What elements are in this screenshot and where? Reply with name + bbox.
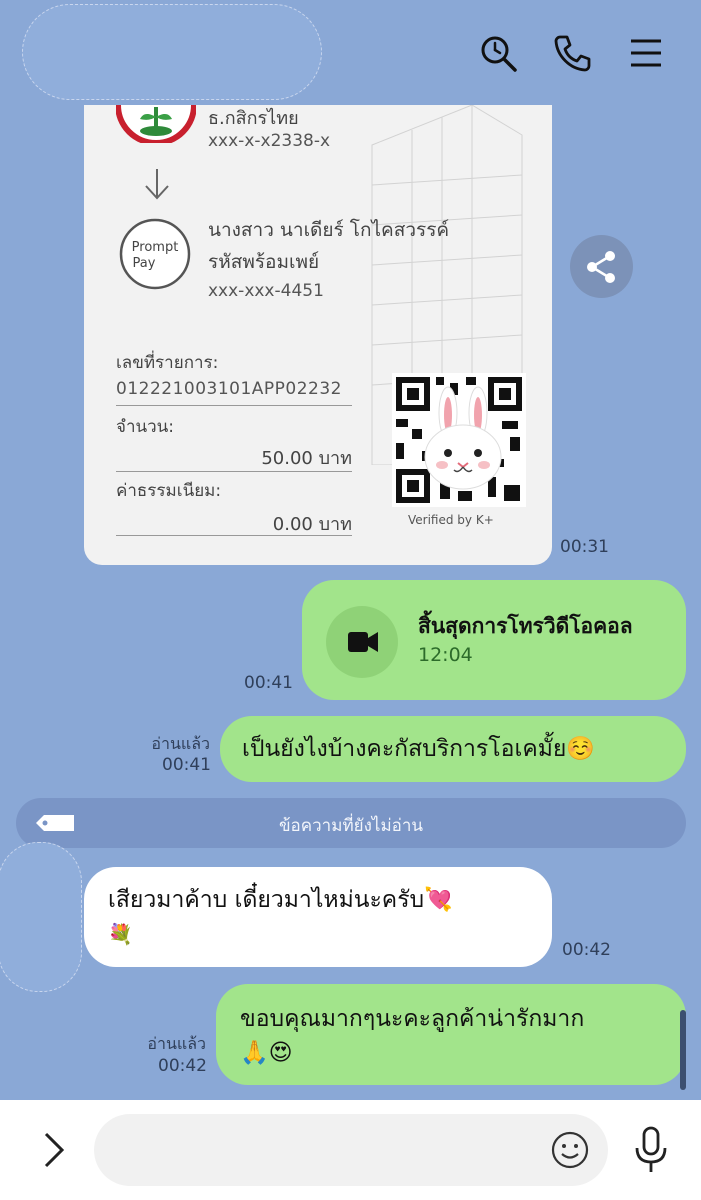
- message-text: เป็นยังไงบ้างคะกัสบริการโอเคมั้ย☺️: [242, 736, 595, 762]
- divider: [116, 405, 352, 406]
- message-time: 00:31: [560, 537, 609, 557]
- video-call-icon-badge: [326, 606, 398, 678]
- amount-label: จำนวน:: [116, 417, 175, 437]
- sender-account: xxx-x-x2338-x: [208, 131, 331, 151]
- message-text: ขอบคุณมากๆนะคะลูกค้าน่ารักมาก: [240, 1006, 585, 1032]
- share-icon: [587, 251, 615, 283]
- call-duration: 12:04: [418, 644, 473, 666]
- received-message-bubble[interactable]: เสียวมาค้าบ เดี๋ยวมาไหม่นะครับ💘 💐: [84, 867, 552, 967]
- message-text: เสียวมาค้าบ เดี๋ยวมาไหม่นะครับ💘: [108, 887, 453, 913]
- smiley-icon[interactable]: [550, 1130, 590, 1170]
- promptpay-number: xxx-xxx-4451: [208, 281, 324, 301]
- fee-label: ค่าธรรมเนียม:: [116, 481, 222, 501]
- scrollbar[interactable]: [680, 1010, 686, 1090]
- divider: [116, 535, 352, 536]
- share-button[interactable]: [570, 235, 633, 298]
- payment-slip-image[interactable]: ธ.กสิกรไทย xxx-x-x2338-x Prompt Pay นางส…: [84, 105, 552, 565]
- bank-name: ธ.กสิกรไทย: [208, 108, 299, 129]
- video-camera-icon: [348, 632, 378, 652]
- unread-divider: ข้อความที่ยังไม่อ่าน: [16, 798, 686, 848]
- svg-text:Prompt: Prompt: [132, 240, 179, 255]
- sent-message-bubble[interactable]: ขอบคุณมากๆนะคะลูกค้าน่ารักมาก 🙏😍: [216, 984, 686, 1085]
- phone-icon[interactable]: [552, 33, 592, 73]
- reference-label: เลขที่รายการ:: [116, 353, 219, 373]
- reference-number: 012221003101APP02232: [116, 379, 343, 399]
- svg-text:Pay: Pay: [133, 256, 156, 271]
- video-call-ended-bubble[interactable]: สิ้นสุดการโทรวิดีโอคอล 12:04: [302, 580, 686, 700]
- contact-name-redacted[interactable]: [22, 4, 322, 100]
- promptpay-logo: Prompt Pay: [118, 217, 192, 291]
- message-time: 00:41: [162, 755, 211, 775]
- sent-message-bubble[interactable]: เป็นยังไงบ้างคะกัสบริการโอเคมั้ย☺️: [220, 716, 686, 782]
- message-input[interactable]: [94, 1114, 608, 1186]
- contact-avatar-redacted[interactable]: [0, 842, 82, 992]
- recipient-name: นางสาว นาเดียร์ โกไคสวรรค์: [208, 219, 450, 241]
- menu-icon[interactable]: [626, 33, 666, 73]
- read-receipt: อ่านแล้ว: [147, 1034, 206, 1053]
- kasikorn-bank-logo: [116, 105, 196, 143]
- fee-value: 0.00 บาท: [272, 514, 352, 535]
- read-receipt: อ่านแล้ว: [151, 734, 210, 753]
- amount-value: 50.00 บาท: [261, 448, 352, 469]
- arrow-down-icon: [145, 169, 169, 200]
- message-emoji: 🙏😍: [240, 1040, 293, 1066]
- message-emoji: 💐: [108, 922, 133, 946]
- search-icon[interactable]: [478, 33, 518, 73]
- call-status-title: สิ้นสุดการโทรวิดีโอคอล: [418, 614, 633, 638]
- qr-code-with-rabbit-sticker: [392, 373, 526, 507]
- chat-header: [0, 0, 701, 105]
- promptpay-label: รหัสพร้อมเพย์: [208, 251, 320, 273]
- divider: [116, 471, 352, 472]
- verified-label: Verified by K+: [408, 513, 494, 527]
- message-input-bar: [0, 1100, 701, 1200]
- message-time: 00:42: [158, 1056, 207, 1076]
- message-time: 00:42: [562, 940, 611, 960]
- message-time: 00:41: [244, 673, 293, 693]
- unread-divider-label: ข้อความที่ยังไม่อ่าน: [278, 816, 424, 836]
- chevron-right-icon[interactable]: [38, 1128, 68, 1172]
- microphone-icon[interactable]: [632, 1126, 670, 1174]
